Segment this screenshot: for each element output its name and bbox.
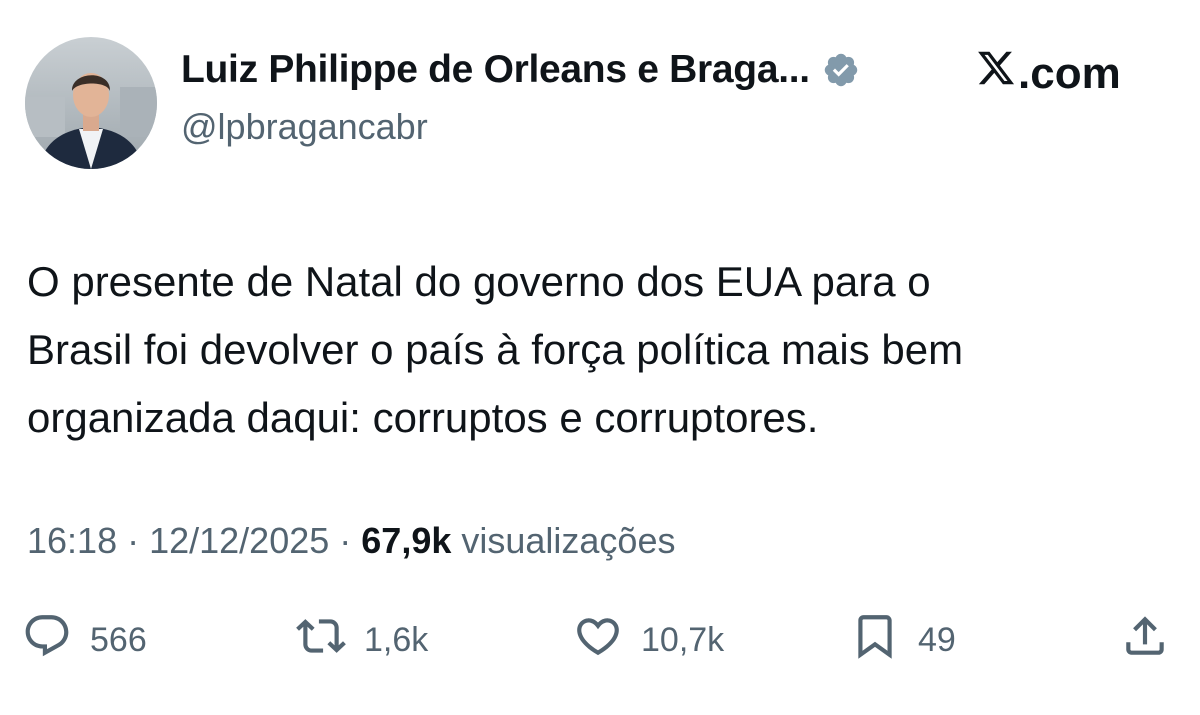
tweet-line: organizada daqui: corruptos e corruptore… [27, 394, 819, 441]
tweet-date[interactable]: 12/12/2025 [149, 520, 329, 561]
like-button[interactable]: 10,7k [573, 612, 724, 668]
views-label: visualizações [451, 520, 676, 561]
retweet-count: 1,6k [364, 620, 429, 659]
tweet-line: O presente de Natal do governo dos EUA p… [27, 258, 931, 305]
share-icon [1120, 611, 1170, 670]
views-count: 67,9k [361, 520, 452, 561]
tweet-line: Brasil foi devolver o país à força polít… [27, 326, 964, 373]
tweet-time[interactable]: 16:18 [27, 520, 117, 561]
bookmark-icon [850, 611, 900, 670]
reply-count: 566 [90, 620, 147, 659]
share-button[interactable] [1120, 612, 1170, 668]
bookmark-count: 49 [918, 620, 956, 659]
x-logo-icon [976, 48, 1018, 99]
avatar[interactable] [25, 37, 157, 169]
meta-separator: · [329, 520, 362, 561]
x-brand: .com [976, 48, 1121, 99]
tweet-text: O presente de Natal do governo dos EUA p… [27, 248, 1177, 452]
bookmark-button[interactable]: 49 [850, 612, 956, 668]
meta-separator: · [117, 520, 150, 561]
tweet-meta: 16:18 · 12/12/2025 · 67,9k visualizações [27, 520, 675, 562]
brand-label: .com [1018, 48, 1121, 98]
retweet-button[interactable]: 1,6k [296, 612, 428, 668]
author-row: Luiz Philippe de Orleans e Braga... [181, 48, 860, 92]
verified-badge-icon [822, 51, 860, 89]
retweet-icon [296, 611, 346, 670]
reply-button[interactable]: 566 [22, 612, 147, 668]
author-handle[interactable]: @lpbragancabr [181, 106, 428, 148]
action-bar: 566 1,6k 10,7k 49 [0, 612, 1200, 668]
author-display-name[interactable]: Luiz Philippe de Orleans e Braga... [181, 48, 810, 92]
reply-icon [22, 611, 72, 670]
heart-icon [573, 611, 623, 670]
like-count: 10,7k [641, 620, 725, 659]
